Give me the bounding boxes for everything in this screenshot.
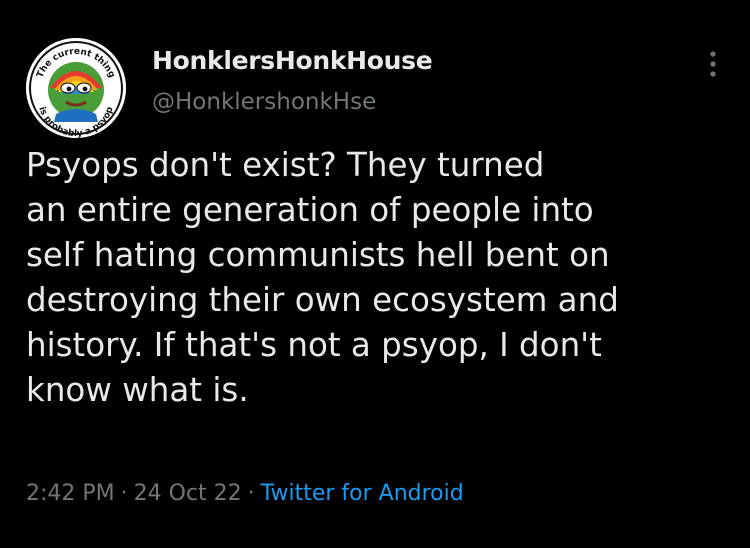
tweet-time[interactable]: 2:42 PM [26,481,115,506]
tweet-text-line: Psyops don't exist? They turned [26,146,545,184]
tweet-text-line: self hating communists hell bent on [26,236,610,274]
separator: · [247,481,255,506]
separator: · [120,481,128,506]
tweet-date[interactable]: 24 Oct 22 [134,481,242,506]
display-name[interactable]: HonklersHonkHouse [152,46,433,75]
more-options-button[interactable] [700,44,726,84]
tweet-text-line: history. If that's not a psyop, I don't [26,326,602,364]
user-handle[interactable]: @HonklershonkHse [152,89,376,115]
tweet-text-line: an entire generation of people into [26,191,594,229]
tweet-text-line: destroying their own ecosystem and [26,281,619,319]
avatar-image: The current thing is probably a psyop [26,38,126,138]
tweet-text-line: know what is. [26,371,249,409]
more-vertical-icon [710,51,716,77]
avatar[interactable]: The current thing is probably a psyop [26,38,126,138]
tweet-source-link[interactable]: Twitter for Android [261,481,464,506]
tweet-metadata: 2:42 PM · 24 Oct 22 · Twitter for Android [26,481,464,506]
tweet: The current thing is probably a psyop Ho… [0,0,750,548]
tweet-text: Psyops don't exist? They turned an entir… [26,143,738,413]
